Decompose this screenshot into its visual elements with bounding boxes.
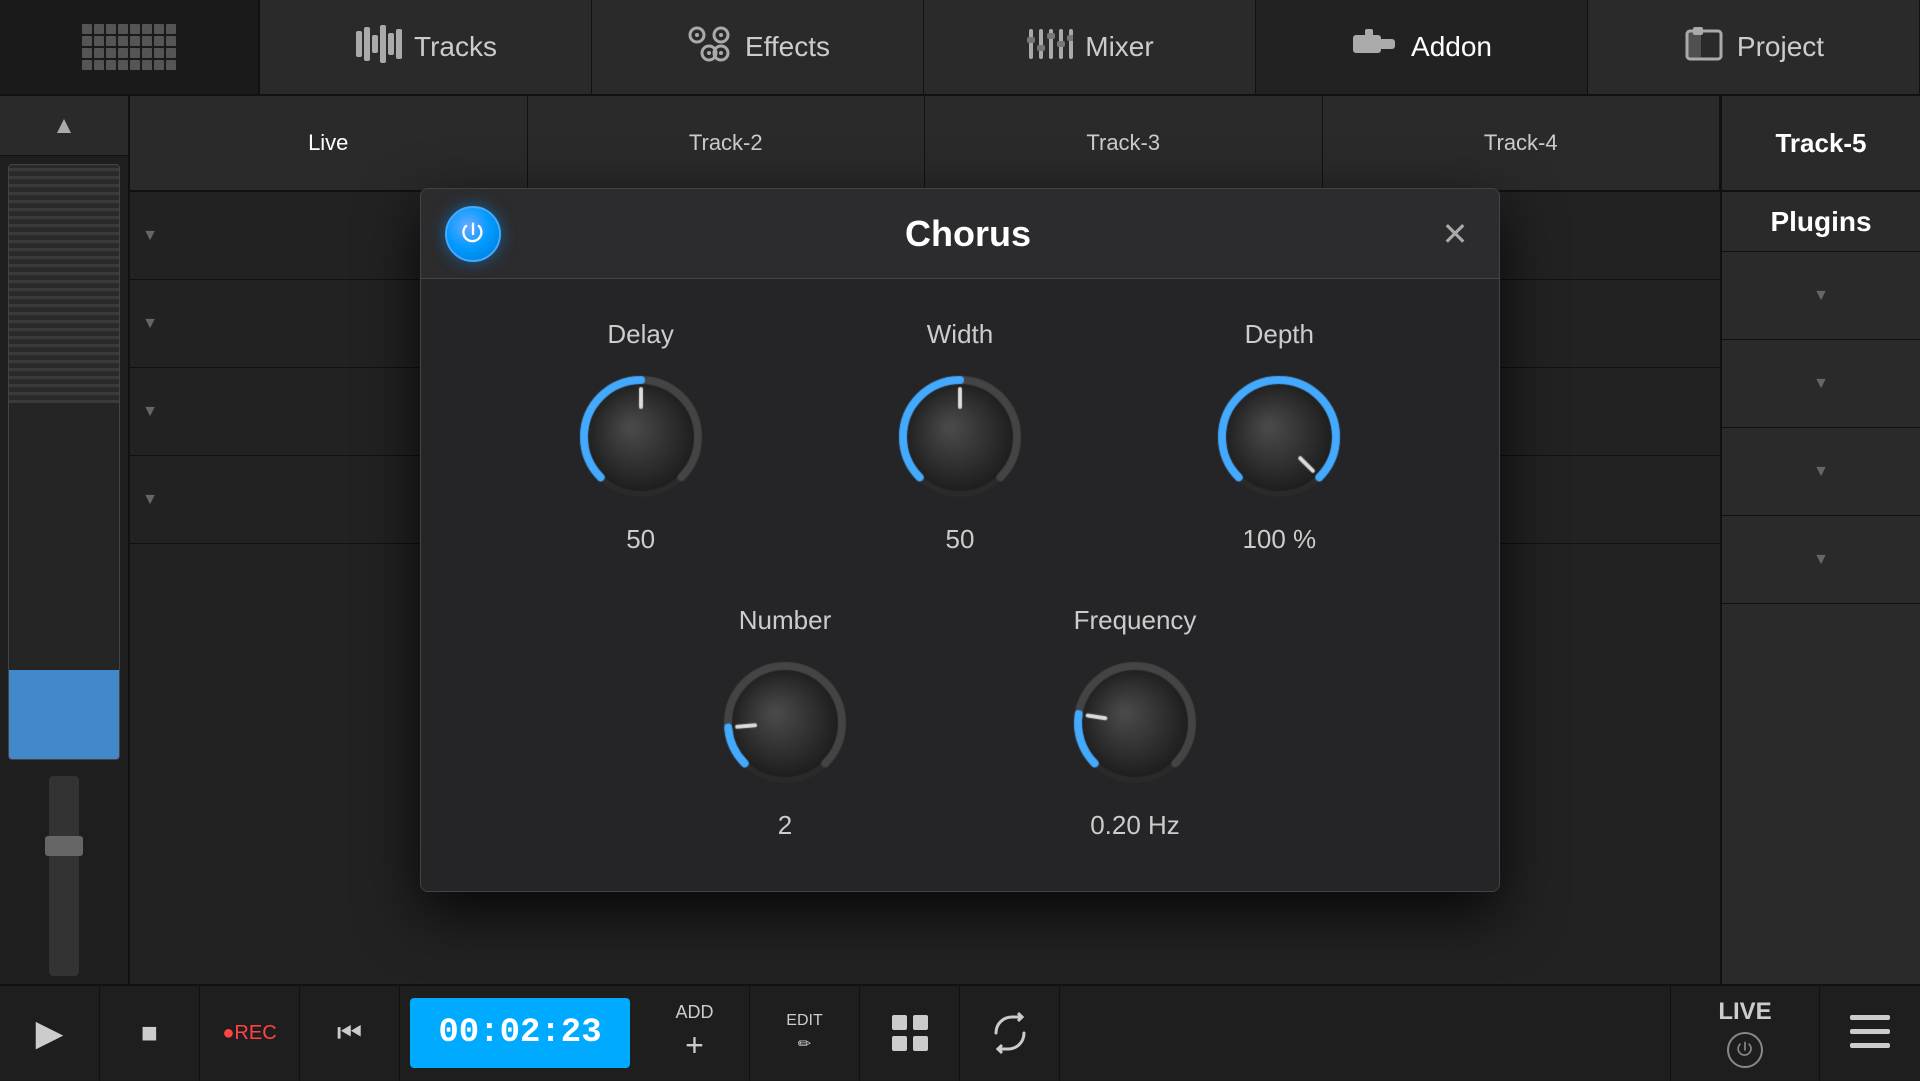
depth-knob[interactable] (1204, 362, 1354, 512)
frequency-value: 0.20 Hz (1090, 810, 1180, 841)
modal-overlay: Chorus ✕ Delay 50 Width (0, 96, 1920, 984)
play-button[interactable]: ▶ (0, 985, 100, 1081)
mixer-icon (1025, 23, 1073, 72)
main-area: ▲ Live Track-2 Track-3 Track-4 (0, 96, 1920, 984)
number-value: 2 (778, 810, 792, 841)
frequency-knob-container: Frequency 0.20 Hz (1060, 605, 1210, 841)
delay-value: 50 (626, 524, 655, 555)
menu-button[interactable] (1820, 985, 1920, 1081)
delay-label: Delay (607, 319, 673, 350)
knobs-row-bottom: Number 2 Frequency 0.20 Hz (481, 605, 1439, 841)
addon-icon (1351, 23, 1399, 72)
rewind-button[interactable]: ⏮ (300, 985, 400, 1081)
tab-mixer[interactable]: Mixer (924, 0, 1256, 94)
effects-icon (685, 23, 733, 72)
width-knob-container: Width 50 (885, 319, 1035, 555)
chorus-modal: Chorus ✕ Delay 50 Width (420, 188, 1500, 892)
frequency-label: Frequency (1074, 605, 1197, 636)
width-value: 50 (946, 524, 975, 555)
delay-knob-container: Delay 50 (566, 319, 716, 555)
tab-effects[interactable]: Effects (592, 0, 924, 94)
tab-effects-label: Effects (745, 31, 830, 63)
project-icon (1683, 23, 1725, 72)
depth-knob-container: Depth 100 % (1204, 319, 1354, 555)
live-power-icon (1727, 1032, 1763, 1068)
tab-project[interactable]: Project (1588, 0, 1920, 94)
live-button[interactable]: LIVE (1670, 985, 1820, 1081)
modal-header: Chorus ✕ (421, 189, 1499, 279)
tab-addon[interactable]: Addon (1256, 0, 1588, 94)
depth-value: 100 % (1242, 524, 1316, 555)
add-button[interactable]: ADD + (640, 985, 750, 1081)
modal-title: Chorus (501, 213, 1435, 255)
app-logo (0, 0, 260, 94)
bottom-toolbar: ▶ ■ ●REC ⏮ 00:02:23 ADD + EDIT ✏ (0, 984, 1920, 1080)
number-knob[interactable] (710, 648, 860, 798)
time-display[interactable]: 00:02:23 (410, 998, 630, 1068)
edit-button[interactable]: EDIT ✏ (750, 985, 860, 1081)
frequency-knob[interactable] (1060, 648, 1210, 798)
tracks-icon (354, 23, 402, 72)
power-button[interactable] (445, 206, 501, 262)
modal-body: Delay 50 Width 50 (421, 279, 1499, 891)
close-button[interactable]: ✕ (1435, 214, 1475, 254)
top-nav: Tracks Effects (0, 0, 1920, 96)
logo-grid (82, 24, 176, 70)
tab-addon-label: Addon (1411, 31, 1492, 63)
delay-knob[interactable] (566, 362, 716, 512)
rec-button[interactable]: ●REC (200, 985, 300, 1081)
grid-button[interactable] (860, 985, 960, 1081)
tab-mixer-label: Mixer (1085, 31, 1153, 63)
stop-button[interactable]: ■ (100, 985, 200, 1081)
width-knob[interactable] (885, 362, 1035, 512)
knobs-row-top: Delay 50 Width 50 (481, 319, 1439, 555)
tab-tracks[interactable]: Tracks (260, 0, 592, 94)
depth-label: Depth (1245, 319, 1314, 350)
tab-tracks-label: Tracks (414, 31, 497, 63)
loop-button[interactable] (960, 985, 1060, 1081)
number-label: Number (739, 605, 831, 636)
number-knob-container: Number 2 (710, 605, 860, 841)
width-label: Width (927, 319, 993, 350)
tab-project-label: Project (1737, 31, 1824, 63)
